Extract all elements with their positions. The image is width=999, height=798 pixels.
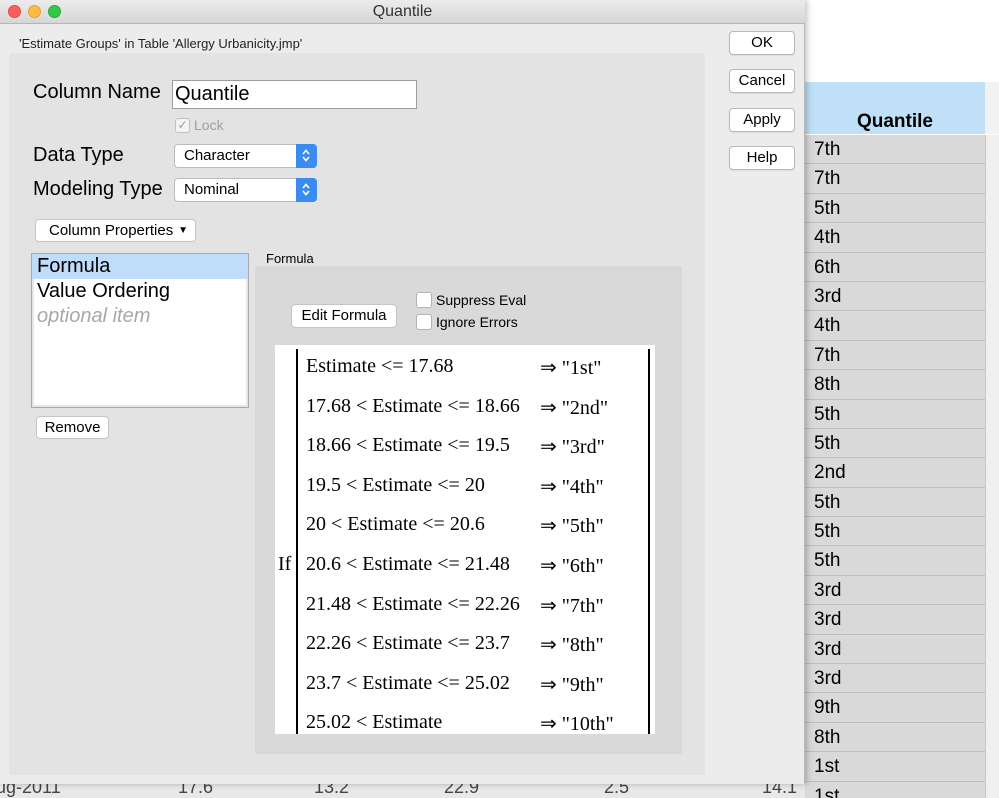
- formula-left-bracket: [296, 349, 298, 734]
- quantile-dialog: Quantile 'Estimate Groups' in Table 'All…: [0, 0, 805, 784]
- suppress-eval-checkbox[interactable]: [416, 292, 432, 308]
- table-cell: 13.2: [314, 784, 350, 797]
- clause-result: ⇒ "10th": [540, 713, 614, 734]
- clause-result: ⇒ "7th": [540, 594, 604, 617]
- cancel-button[interactable]: Cancel: [729, 69, 795, 93]
- formula-section-label: Formula: [266, 251, 314, 266]
- table-row[interactable]: 4th: [805, 223, 985, 253]
- table-row[interactable]: 3rd: [805, 575, 985, 606]
- clause-result: ⇒ "8th": [540, 634, 604, 657]
- data-type-select[interactable]: Character: [174, 144, 317, 168]
- table-row[interactable]: 3rd: [805, 664, 985, 694]
- table-row[interactable]: 6th: [805, 252, 985, 282]
- modeling-type-value: Nominal: [184, 181, 240, 198]
- table-row[interactable]: 1st: [805, 752, 985, 782]
- table-row[interactable]: 5th: [805, 487, 985, 518]
- column-properties-button[interactable]: Column Properties ▼: [35, 219, 196, 242]
- data-type-value: Character: [184, 147, 250, 164]
- table-row[interactable]: 5th: [805, 193, 985, 224]
- background-bottom-row: ug-2011 17.6 13.2 22.9 2.5 14.1: [0, 784, 805, 798]
- dropdown-caret-icon: ▼: [178, 225, 188, 236]
- clause-condition: 21.48 < Estimate <= 22.26: [306, 592, 520, 615]
- table-row[interactable]: 8th: [805, 370, 985, 400]
- table-row[interactable]: 1st: [805, 781, 985, 798]
- suppress-eval-label: Suppress Eval: [436, 292, 527, 308]
- clause-condition: Estimate <= 17.68: [306, 355, 454, 377]
- edit-formula-button[interactable]: Edit Formula: [291, 304, 397, 328]
- table-rows: 7th 7th 5th 4th 6th 3rd 4th 7th 8th 5th 5th 2nd 5th 5…: [805, 135, 999, 798]
- list-item-formula[interactable]: Formula: [32, 254, 248, 279]
- modeling-type-label: Modeling Type: [33, 178, 163, 200]
- clause-result: ⇒ "1st": [540, 357, 602, 379]
- clause-result: ⇒ "4th": [540, 475, 604, 498]
- clause-result: ⇒ "9th": [540, 673, 604, 696]
- table-row[interactable]: 3rd: [805, 281, 985, 312]
- column-properties-list[interactable]: Formula Value Ordering optional item: [31, 253, 249, 408]
- ignore-errors-checkbox[interactable]: [416, 314, 432, 330]
- help-button[interactable]: Help: [729, 146, 795, 170]
- clause-condition: 19.5 < Estimate <= 20: [306, 473, 485, 496]
- table-row[interactable]: 7th: [805, 135, 985, 165]
- table-cell: ug-2011: [0, 784, 61, 797]
- table-row[interactable]: 5th: [805, 546, 985, 576]
- table-row[interactable]: 8th: [805, 722, 985, 753]
- clause-condition: 20 < Estimate <= 20.6: [306, 513, 485, 536]
- background-data-table: Quantile 7th 7th 5th 4th 6th 3rd 4th 7th 8th 5th 5…: [805, 0, 999, 798]
- table-row[interactable]: 3rd: [805, 634, 985, 665]
- data-type-label: Data Type: [33, 144, 124, 166]
- ignore-errors-label: Ignore Errors: [436, 314, 518, 330]
- clause-result: ⇒ "6th": [540, 555, 604, 577]
- table-row[interactable]: 5th: [805, 428, 985, 459]
- table-row[interactable]: 7th: [805, 164, 985, 194]
- up-down-stepper-icon: [296, 144, 317, 168]
- table-cell: 2.5: [604, 784, 630, 797]
- list-item-value-ordering[interactable]: Value Ordering: [32, 279, 248, 304]
- table-edge: [985, 135, 999, 798]
- column-name-label: Column Name: [33, 81, 161, 103]
- dialog-subtitle: 'Estimate Groups' in Table 'Allergy Urba…: [19, 36, 303, 51]
- clause-result: ⇒ "5th": [540, 515, 604, 538]
- if-keyword: If: [278, 553, 292, 575]
- modeling-type-select[interactable]: Nominal: [174, 178, 317, 202]
- clause-result: ⇒ "3rd": [540, 436, 605, 459]
- clause-result: ⇒ "2nd": [540, 396, 609, 419]
- table-row[interactable]: 5th: [805, 399, 985, 429]
- table-row[interactable]: 2nd: [805, 458, 985, 488]
- table-cell: 17.6: [178, 784, 214, 797]
- table-row[interactable]: 9th: [805, 693, 985, 723]
- formula-display[interactable]: If Estimate <= 17.68 ⇒ "1st" 17.68 < Estim…: [275, 345, 655, 734]
- lock-checkbox[interactable]: ✓: [175, 118, 190, 133]
- table-row[interactable]: 5th: [805, 517, 985, 547]
- remove-button[interactable]: Remove: [36, 416, 109, 439]
- column-properties-label: Column Properties: [49, 222, 174, 239]
- column-header-quantile[interactable]: Quantile: [805, 82, 985, 134]
- title-bar[interactable]: Quantile: [0, 0, 805, 24]
- table-cell: 14.1: [762, 784, 798, 797]
- clause-condition: 18.66 < Estimate <= 19.5: [306, 434, 510, 457]
- table-cell: 22.9: [444, 784, 480, 797]
- clause-condition: 25.02 < Estimate: [306, 711, 443, 734]
- table-top-area: [805, 0, 999, 82]
- formula-right-bracket: [648, 349, 650, 734]
- table-row[interactable]: 3rd: [805, 605, 985, 635]
- clause-condition: 23.7 < Estimate <= 25.02: [306, 671, 510, 694]
- list-item-placeholder: optional item: [37, 305, 151, 327]
- window-title: Quantile: [372, 3, 433, 20]
- table-row[interactable]: 7th: [805, 340, 985, 371]
- header-edge: [985, 82, 999, 134]
- apply-button[interactable]: Apply: [729, 108, 795, 132]
- column-name-input[interactable]: Quantile: [172, 80, 417, 109]
- up-down-stepper-icon: [296, 178, 317, 202]
- table-row[interactable]: 4th: [805, 311, 985, 341]
- clause-condition: 17.68 < Estimate <= 18.66: [306, 394, 520, 417]
- ok-button[interactable]: OK: [729, 31, 795, 55]
- lock-label: Lock: [194, 117, 224, 133]
- clause-condition: 22.26 < Estimate <= 23.7: [306, 632, 510, 655]
- clause-condition: 20.6 < Estimate <= 21.48: [306, 553, 510, 575]
